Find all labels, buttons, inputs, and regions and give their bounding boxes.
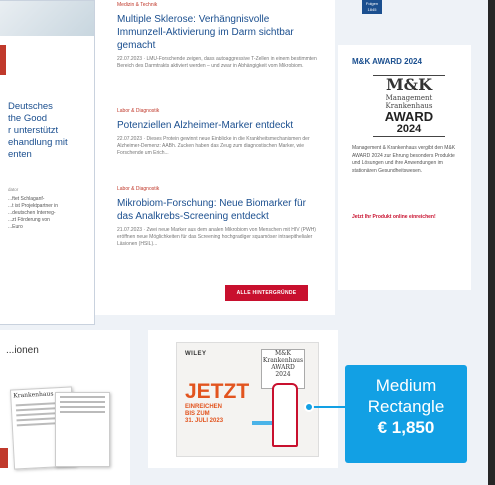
mini-logo-line: Krankenhaus — [262, 357, 304, 364]
feature-image — [0, 1, 94, 36]
follower-count: 1845 — [367, 7, 377, 12]
ad-subline-text: 31. JULI 2023 — [185, 418, 224, 424]
feature-headline-line: the Good — [8, 113, 48, 124]
callout-price: € 1,850 — [377, 418, 435, 437]
article-teaser: 22.07.2023 · Dieses Protein gewinnt neue… — [117, 136, 310, 156]
award-heading: M&K AWARD 2024 — [352, 57, 422, 66]
articles-card: Medizin & Technik Multiple Sklerose: Ver… — [95, 0, 335, 315]
feature-teaser-line: ...zt Förderung von — [8, 217, 50, 223]
callout-label: Medium — [375, 376, 437, 395]
mini-logo-line: M&K — [275, 350, 291, 357]
linkedin-follow-button[interactable]: Folgen 1845 — [362, 0, 382, 14]
article-title[interactable]: Multiple Sklerose: Verhängnisvolle Immun… — [117, 13, 317, 52]
award-logo[interactable]: M&K Management Krankenhaus AWARD 2024 — [373, 75, 445, 137]
article-item[interactable]: Labor & Diagnostik Mikrobiom-Forschung: … — [117, 186, 317, 248]
publications-card: ...ionen Krankenhaus — [0, 330, 130, 485]
award-card: M&K AWARD 2024 M&K Management Krankenhau… — [338, 45, 471, 290]
logo-sub: Management — [385, 94, 433, 102]
feature-headline[interactable]: Deutsches the Good r unterstützt ehandlu… — [8, 101, 90, 161]
logo-year: 2024 — [396, 123, 422, 135]
ad-subline: EINREICHEN BIS ZUM 31. JULI 2023 — [185, 404, 223, 425]
feature-teaser: ...ftet Schlaganf- ...t ist Projektpartn… — [8, 196, 90, 231]
feature-headline-line: ehandlung mit — [8, 137, 68, 148]
all-backgrounds-button[interactable]: ALLE HINTERGRÜNDE — [225, 285, 308, 301]
article-category[interactable]: Labor & Diagnostik — [117, 186, 317, 192]
feature-teaser-line: ...deutschen Interreg- — [8, 210, 56, 216]
article-item[interactable]: Labor & Diagnostik Potenziellen Alzheime… — [117, 108, 317, 157]
medium-rectangle-ad[interactable]: WILEY M&K Krankenhaus AWARD 2024 JETZT E… — [176, 342, 319, 457]
callout-dot — [304, 402, 314, 412]
article-teaser: 21.07.2023 · Zwei neue Marker aus dem an… — [117, 227, 316, 247]
submit-product-link[interactable]: Jetzt Ihr Produkt online einreichen! — [352, 213, 461, 221]
article-title[interactable]: Potenziellen Alzheimer-Marker entdeckt — [117, 119, 317, 132]
article-item[interactable]: Medizin & Technik Multiple Sklerose: Ver… — [117, 2, 317, 70]
article-teaser: 22.07.2023 · LMU-Forschende zeigen, dass… — [117, 56, 317, 69]
left-feature-card[interactable]: Deutsches the Good r unterstützt ehandlu… — [0, 0, 95, 325]
ad-subline-text: EINREICHEN — [185, 404, 223, 410]
article-category[interactable]: Labor & Diagnostik — [117, 108, 317, 114]
award-description: Management & Krankenhaus vergibt den M&K… — [352, 145, 456, 174]
publications-title: ...ionen — [6, 345, 39, 356]
logo-award: AWARD — [384, 109, 434, 124]
trophy-icon — [272, 383, 298, 447]
mini-logo-line: AWARD — [271, 364, 295, 371]
feature-headline-line: r unterstützt — [8, 125, 59, 136]
callout-connector — [312, 406, 347, 408]
callout-label: Rectangle — [367, 397, 445, 416]
category-marker — [0, 45, 6, 75]
ad-headline: JETZT — [185, 380, 250, 403]
ad-subline-text: BIS ZUM — [185, 411, 210, 417]
mini-logo-line: 2024 — [275, 371, 291, 378]
article-title[interactable]: Mikrobiom-Forschung: Neue Biomarker für … — [117, 197, 317, 223]
feature-teaser-line: ...t ist Projektpartner in — [8, 203, 59, 209]
feature-headline-line: enten — [8, 149, 32, 160]
magazine-cover[interactable] — [55, 392, 110, 467]
category-marker — [0, 448, 8, 468]
page: Deutsches the Good r unterstützt ehandlu… — [0, 0, 495, 485]
ad-format-callout: Medium Rectangle € 1,850 — [345, 365, 467, 463]
feature-teaser-line: ...Euro — [8, 224, 23, 230]
logo-brand: M&K — [385, 75, 433, 94]
feature-teaser-line: ...ftet Schlaganf- — [8, 196, 45, 202]
window-edge — [488, 0, 495, 485]
ad-slot-card: WILEY M&K Krankenhaus AWARD 2024 JETZT E… — [148, 330, 338, 468]
wiley-logo: WILEY — [185, 351, 207, 357]
article-category[interactable]: Medizin & Technik — [117, 2, 317, 8]
feature-headline-line: Deutsches — [8, 101, 53, 112]
feature-date: dator — [8, 187, 19, 192]
